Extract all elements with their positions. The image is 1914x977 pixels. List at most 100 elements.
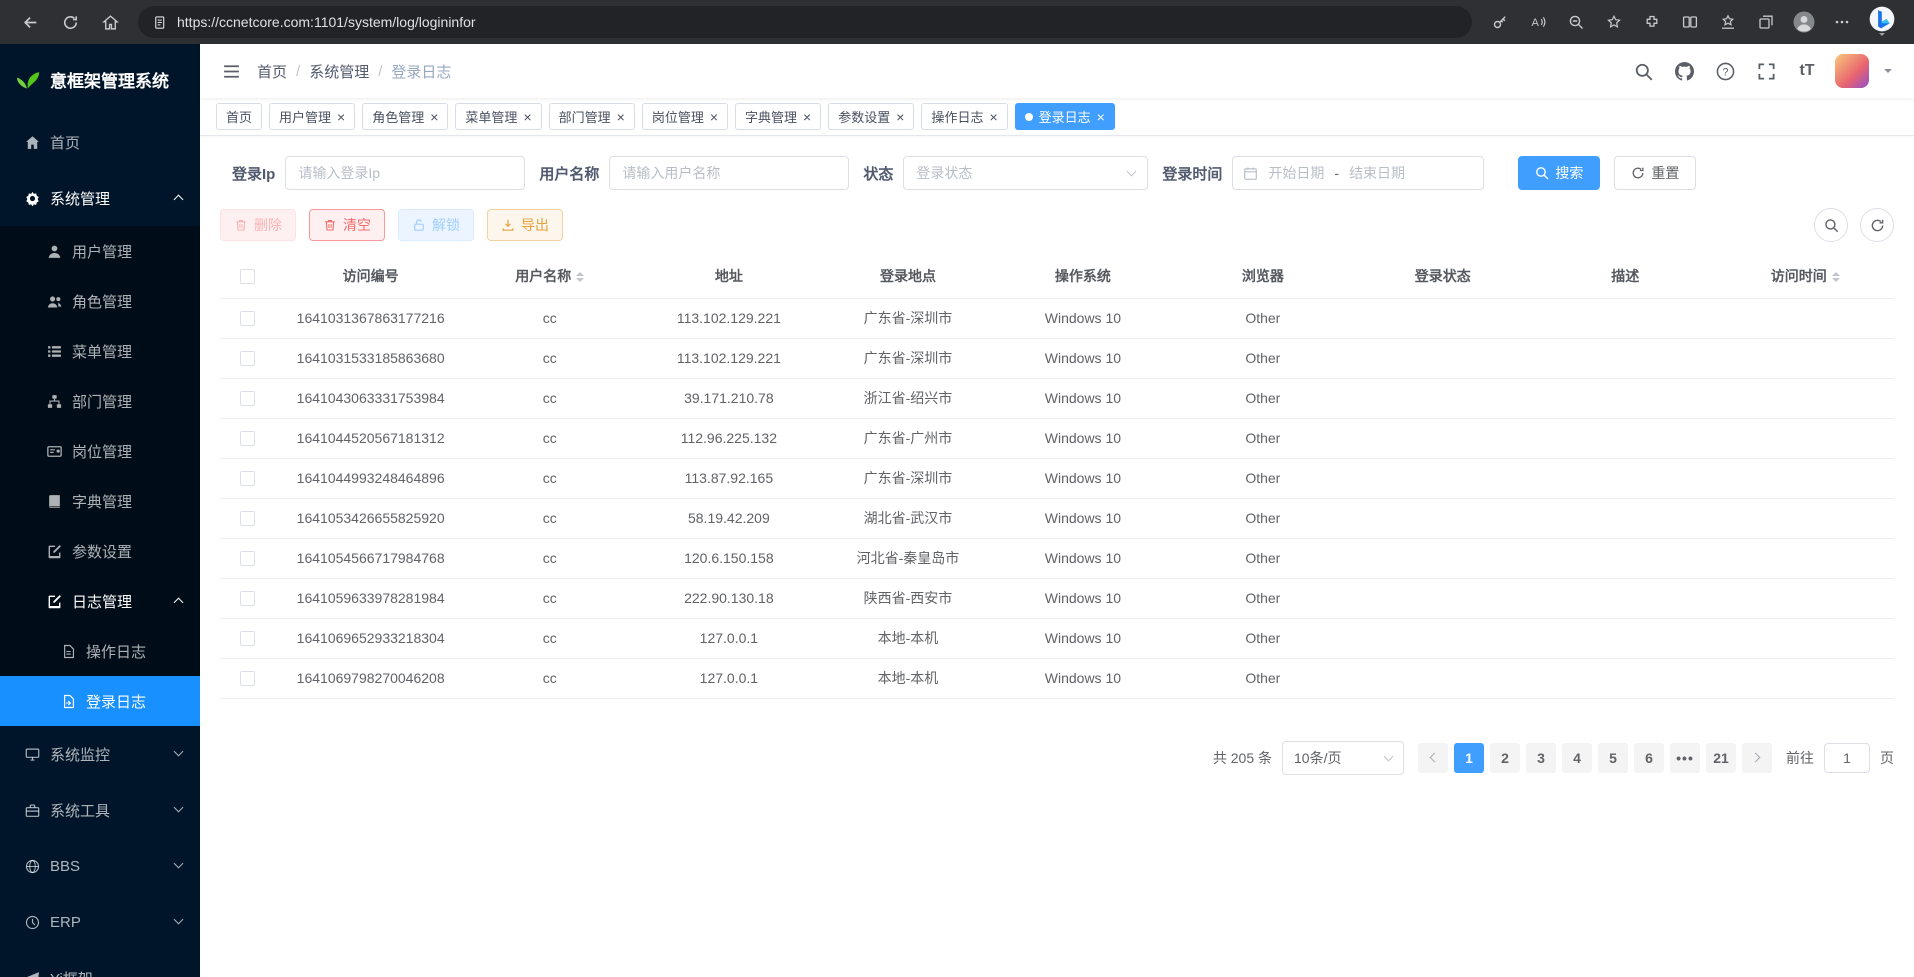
page-button-5[interactable]: 5 <box>1598 743 1628 773</box>
refresh-table-button[interactable] <box>1860 208 1894 242</box>
font-size-icon[interactable]: tT <box>1794 58 1820 84</box>
goto-page-input[interactable] <box>1824 743 1870 773</box>
username-input[interactable] <box>609 156 849 190</box>
fullscreen-icon[interactable] <box>1753 58 1779 84</box>
address-bar[interactable]: https://ccnetcore.com:1101/system/log/lo… <box>138 6 1472 38</box>
sidebar-item-bbs[interactable]: BBS <box>0 838 200 894</box>
url-text[interactable]: https://ccnetcore.com:1101/system/log/lo… <box>177 14 476 30</box>
row-checkbox[interactable] <box>240 551 255 566</box>
row-checkbox[interactable] <box>240 431 255 446</box>
close-icon[interactable]: × <box>430 110 438 124</box>
back-icon[interactable] <box>12 5 48 39</box>
row-checkbox[interactable] <box>240 311 255 326</box>
sidebar-item-param-settings[interactable]: 参数设置 <box>0 526 200 576</box>
export-button[interactable]: 导出 <box>487 209 563 241</box>
login-time-range-picker[interactable]: 开始日期 - 结束日期 <box>1232 156 1484 190</box>
close-icon[interactable]: × <box>803 110 811 124</box>
column-header-visit-time[interactable]: 访问时间 <box>1716 254 1894 298</box>
tab-role-management[interactable]: 角色管理× <box>362 103 448 130</box>
read-aloud-icon[interactable]: A <box>1520 5 1556 39</box>
sort-carets-icon[interactable] <box>1832 268 1840 286</box>
page-size-select[interactable]: 10条/页 <box>1282 741 1404 775</box>
github-icon[interactable] <box>1671 58 1697 84</box>
close-icon[interactable]: × <box>1097 110 1105 124</box>
search-icon[interactable] <box>1630 58 1656 84</box>
select-all-checkbox[interactable] <box>240 269 255 284</box>
sidebar-item-role-management[interactable]: 角色管理 <box>0 276 200 326</box>
help-icon[interactable]: ? <box>1712 58 1738 84</box>
sidebar-item-login-log[interactable]: 登录日志 <box>0 676 200 726</box>
sidebar-item-log-management[interactable]: 日志管理 <box>0 576 200 626</box>
collapse-menu-icon[interactable] <box>222 62 241 81</box>
close-icon[interactable]: × <box>337 110 345 124</box>
zoom-out-icon[interactable] <box>1558 5 1594 39</box>
page-button-2[interactable]: 2 <box>1490 743 1520 773</box>
close-icon[interactable]: × <box>989 110 997 124</box>
delete-button[interactable]: 删除 <box>220 209 296 241</box>
page-button-21[interactable]: 21 <box>1706 743 1736 773</box>
sidebar-item-yi-framework[interactable]: Yi框架 <box>0 950 200 977</box>
toggle-search-button[interactable] <box>1814 208 1848 242</box>
bing-sidebar-icon[interactable] <box>1862 6 1902 39</box>
password-key-icon[interactable] <box>1482 5 1518 39</box>
sidebar-item-home[interactable]: 首页 <box>0 114 200 170</box>
browser-more-icon[interactable] <box>1824 5 1860 39</box>
row-checkbox[interactable] <box>240 351 255 366</box>
row-checkbox[interactable] <box>240 631 255 646</box>
clear-button[interactable]: 清空 <box>309 209 385 241</box>
search-button[interactable]: 搜索 <box>1518 156 1600 190</box>
sidebar-item-system-management[interactable]: 系统管理 <box>0 170 200 226</box>
tab-login-log[interactable]: 登录日志× <box>1015 103 1115 130</box>
sidebar-item-menu-management[interactable]: 菜单管理 <box>0 326 200 376</box>
chevron-down-icon[interactable] <box>1884 69 1892 77</box>
sidebar-item-operation-log[interactable]: 操作日志 <box>0 626 200 676</box>
login-ip-input[interactable] <box>285 156 525 190</box>
tab-dept-management[interactable]: 部门管理× <box>549 103 635 130</box>
reset-button[interactable]: 重置 <box>1614 156 1696 190</box>
page-button-4[interactable]: 4 <box>1562 743 1592 773</box>
user-avatar[interactable] <box>1835 54 1869 88</box>
sidebar-item-dept-management[interactable]: 部门管理 <box>0 376 200 426</box>
sidebar-item-system-monitor[interactable]: 系统监控 <box>0 726 200 782</box>
row-checkbox[interactable] <box>240 471 255 486</box>
page-button-1[interactable]: 1 <box>1454 743 1484 773</box>
app-logo[interactable]: 意框架管理系统 <box>0 44 200 114</box>
add-favorite-icon[interactable] <box>1596 5 1632 39</box>
prev-page-button[interactable] <box>1418 743 1448 773</box>
tab-post-management[interactable]: 岗位管理× <box>642 103 728 130</box>
status-select[interactable]: 登录状态 <box>903 156 1148 190</box>
sidebar-item-user-management[interactable]: 用户管理 <box>0 226 200 276</box>
close-icon[interactable]: × <box>896 110 904 124</box>
sort-carets-icon[interactable] <box>576 268 584 286</box>
close-icon[interactable]: × <box>710 110 718 124</box>
sidebar-item-erp[interactable]: ERP <box>0 894 200 950</box>
refresh-icon[interactable] <box>52 5 88 39</box>
row-checkbox[interactable] <box>240 671 255 686</box>
pager-more-button[interactable]: ••• <box>1670 743 1700 773</box>
home-icon[interactable] <box>92 5 128 39</box>
page-icon[interactable] <box>152 15 167 30</box>
breadcrumb-system[interactable]: 系统管理 <box>309 61 369 82</box>
row-checkbox[interactable] <box>240 591 255 606</box>
page-button-6[interactable]: 6 <box>1634 743 1664 773</box>
close-icon[interactable]: × <box>617 110 625 124</box>
split-screen-icon[interactable] <box>1672 5 1708 39</box>
browser-profile-avatar[interactable] <box>1786 5 1822 39</box>
column-header-username[interactable]: 用户名称 <box>466 254 633 298</box>
tab-user-management[interactable]: 用户管理× <box>269 103 355 130</box>
next-page-button[interactable] <box>1742 743 1772 773</box>
sidebar-item-post-management[interactable]: 岗位管理 <box>0 426 200 476</box>
tab-operation-log[interactable]: 操作日志× <box>921 103 1007 130</box>
sidebar-item-system-tools[interactable]: 系统工具 <box>0 782 200 838</box>
tab-dict-management[interactable]: 字典管理× <box>735 103 821 130</box>
page-button-3[interactable]: 3 <box>1526 743 1556 773</box>
extensions-icon[interactable] <box>1634 5 1670 39</box>
tab-menu-management[interactable]: 菜单管理× <box>455 103 541 130</box>
close-icon[interactable]: × <box>523 110 531 124</box>
tab-param-settings[interactable]: 参数设置× <box>828 103 914 130</box>
breadcrumb-home[interactable]: 首页 <box>257 61 287 82</box>
unlock-button[interactable]: 解锁 <box>398 209 474 241</box>
favorites-bar-icon[interactable] <box>1710 5 1746 39</box>
tab-home[interactable]: 首页 <box>216 103 262 130</box>
row-checkbox[interactable] <box>240 391 255 406</box>
